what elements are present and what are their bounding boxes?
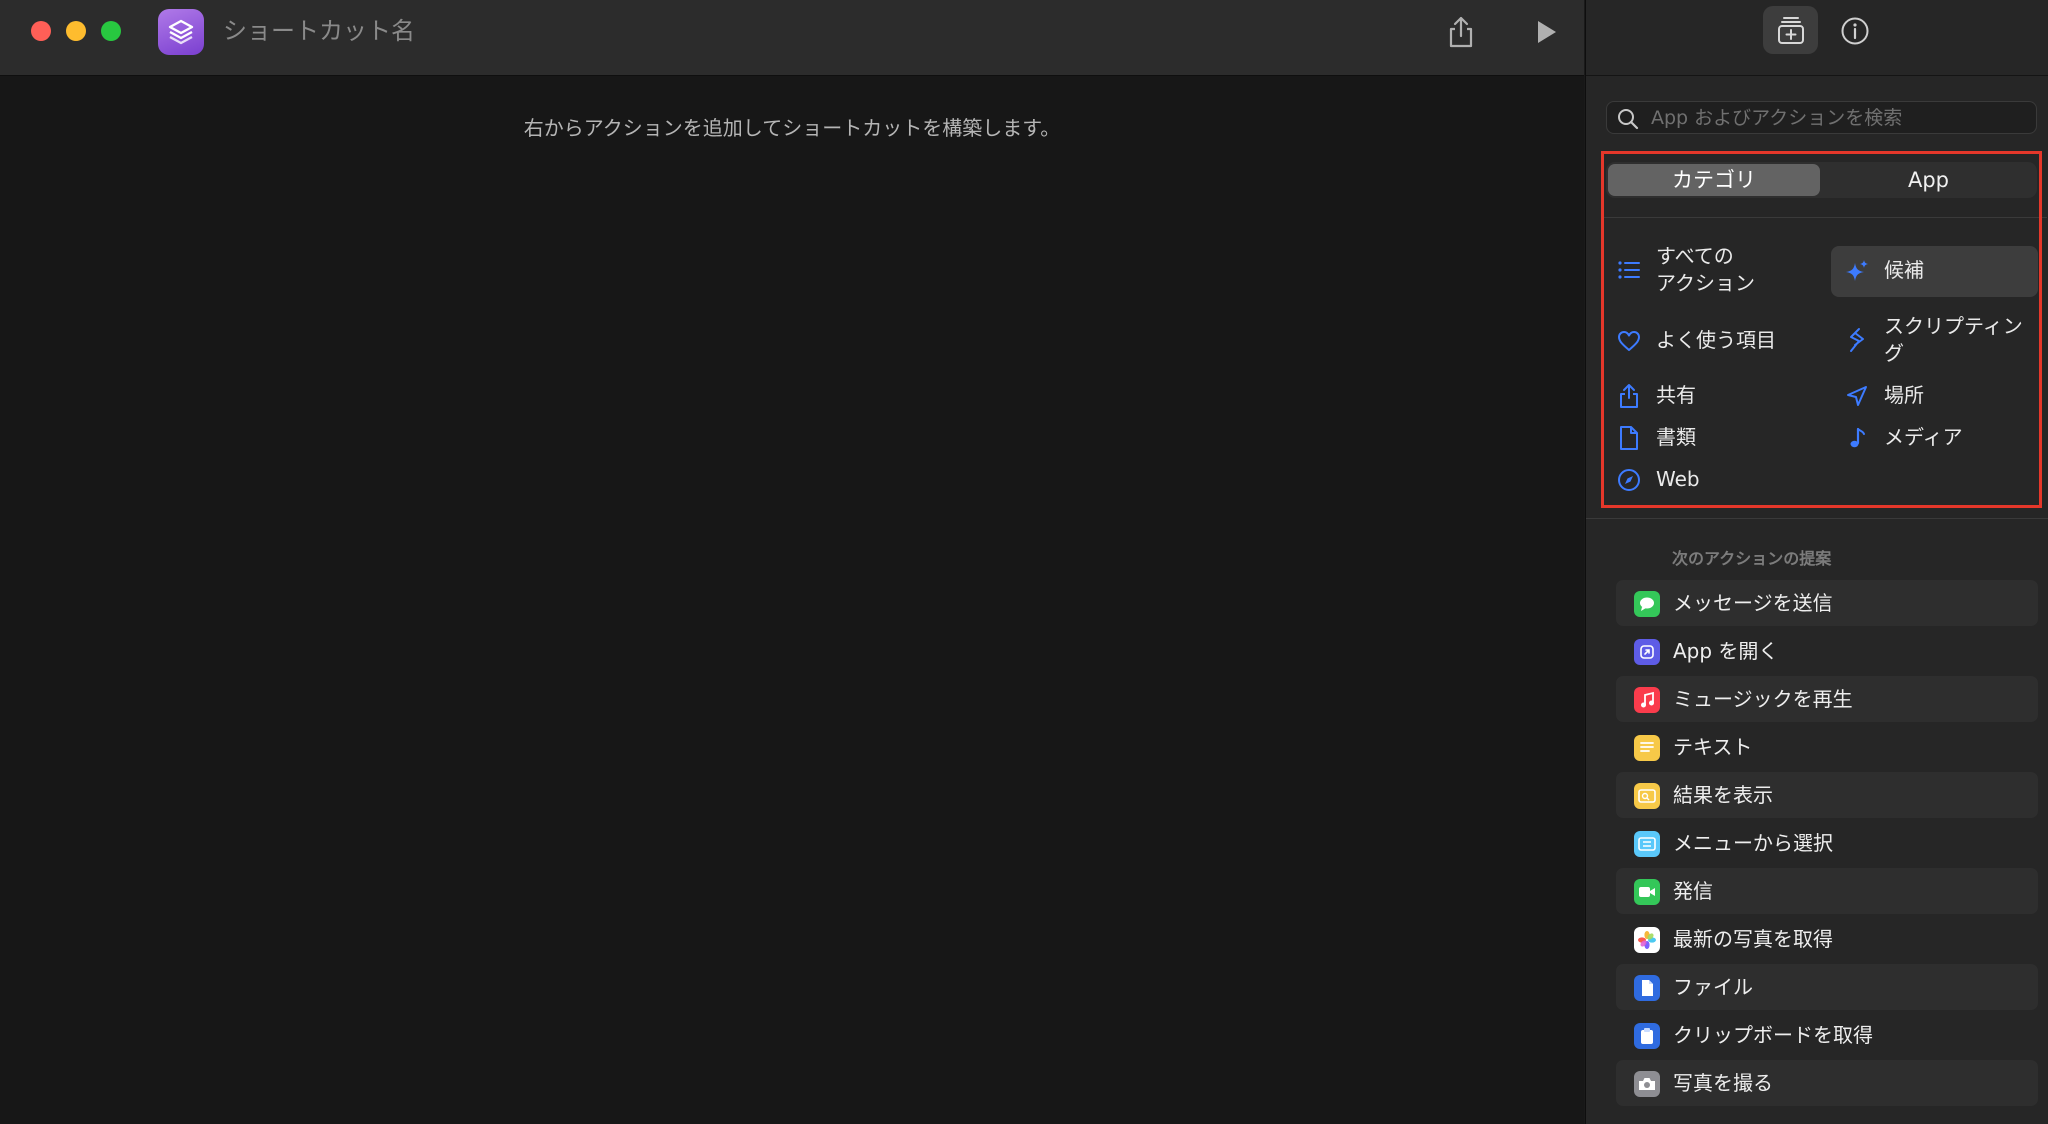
shortcut-name-field[interactable]: ショートカット名 — [223, 14, 415, 48]
suggestion-show-result[interactable]: 結果を表示 — [1616, 772, 2038, 818]
suggestion-text[interactable]: テキスト — [1616, 724, 2038, 770]
search-icon — [1618, 109, 1639, 130]
suggestion-label: 写真を撮る — [1673, 1071, 1773, 1095]
play-icon — [1538, 21, 1556, 43]
menu-icon — [1634, 831, 1660, 857]
suggestion-label: メッセージを送信 — [1673, 591, 1833, 615]
shortcut-icon[interactable] — [158, 9, 204, 55]
clipboard-icon — [1634, 1023, 1660, 1049]
suggestion-file[interactable]: ファイル — [1616, 964, 2038, 1010]
text-icon — [1634, 735, 1660, 761]
suggestion-send-message[interactable]: メッセージを送信 — [1616, 580, 2038, 626]
share-button[interactable] — [1439, 10, 1483, 54]
suggestion-get-latest-photos[interactable]: 最新の写真を取得 — [1616, 916, 2038, 962]
suggestion-label: メニューから選択 — [1673, 831, 1833, 855]
suggestion-label: 発信 — [1673, 879, 1713, 903]
facetime-icon — [1634, 879, 1660, 905]
close-button[interactable] — [31, 21, 51, 41]
show-result-icon — [1634, 783, 1660, 809]
suggestion-call[interactable]: 発信 — [1616, 868, 2038, 914]
suggestion-open-app[interactable]: App を開く — [1616, 628, 2038, 674]
music-icon — [1634, 687, 1660, 713]
run-button[interactable] — [1524, 10, 1568, 54]
suggestion-get-clipboard[interactable]: クリップボードを取得 — [1616, 1012, 2038, 1058]
sidebar-toolbar — [1586, 0, 2048, 76]
photos-icon — [1634, 927, 1660, 953]
search-field[interactable] — [1606, 101, 2037, 134]
suggestion-label: 結果を表示 — [1673, 783, 1773, 807]
empty-hint-text: 右からアクションを追加してショートカットを構築します。 — [523, 116, 1061, 140]
suggestion-label: テキスト — [1673, 735, 1753, 759]
share-icon — [1449, 16, 1473, 48]
suggestion-choose-from-menu[interactable]: メニューから選択 — [1616, 820, 2038, 866]
library-add-icon — [1777, 17, 1804, 44]
action-library-sidebar: カテゴリ App すべての アクション 候補 よく使う項目 — [1585, 0, 2048, 1124]
messages-icon — [1634, 591, 1660, 617]
suggestion-label: ミュージックを再生 — [1673, 687, 1853, 711]
suggestions-header: 次のアクションの提案 — [1672, 549, 1832, 568]
search-input[interactable] — [1651, 102, 2031, 133]
title-bar: ショートカット名 — [0, 0, 1584, 76]
suggestions-list: メッセージを送信 App を開く ミュージックを再生 テキスト 結果を表示 メニ… — [1616, 580, 2038, 1108]
action-library-button[interactable] — [1763, 6, 1818, 54]
info-icon — [1841, 17, 1869, 45]
suggestion-label: クリップボードを取得 — [1673, 1023, 1873, 1047]
annotation-highlight-box — [1601, 151, 2042, 508]
suggestion-label: 最新の写真を取得 — [1673, 927, 1833, 951]
suggestion-play-music[interactable]: ミュージックを再生 — [1616, 676, 2038, 722]
divider — [1586, 518, 2048, 519]
suggestion-label: App を開く — [1673, 639, 1779, 663]
zoom-button[interactable] — [101, 21, 121, 41]
camera-icon — [1634, 1071, 1660, 1097]
minimize-button[interactable] — [66, 21, 86, 41]
editor-area: ショートカット名 右からアクションを追加してショートカットを構築します。 — [0, 0, 1584, 1124]
shortcuts-logo-icon — [168, 19, 194, 45]
suggestion-take-photo[interactable]: 写真を撮る — [1616, 1060, 2038, 1106]
file-icon — [1634, 975, 1660, 1001]
open-app-icon — [1634, 639, 1660, 665]
suggestion-label: ファイル — [1673, 975, 1753, 999]
info-button[interactable] — [1835, 11, 1875, 51]
